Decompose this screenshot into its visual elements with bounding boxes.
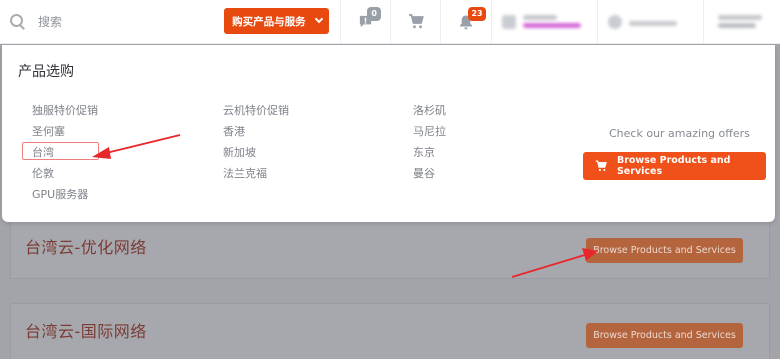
product-card-taiwan-international: 台湾云-国际网络 Browse Products and Services [10, 303, 770, 359]
blurred-language-info [628, 18, 677, 26]
product-link-gpu-servers[interactable]: GPU服务器 [32, 187, 98, 208]
notifications-button[interactable]: 23 [440, 0, 490, 43]
account-avatar [501, 14, 516, 29]
search-bar [0, 0, 218, 43]
product-link-hong-kong[interactable]: 香港 [223, 124, 289, 145]
cart-icon [595, 160, 607, 172]
card-title: 台湾云-国际网络 [25, 322, 147, 341]
blurred-account-info [522, 15, 581, 28]
offer-text: Check our amazing offers [609, 127, 750, 140]
product-link-singapore[interactable]: 新加坡 [223, 145, 289, 166]
blurred-user-info [718, 15, 763, 28]
browse-products-button[interactable]: Browse Products and Services [583, 152, 766, 180]
card-title: 台湾云-优化网络 [25, 238, 147, 257]
top-header: 购买产品与服务 0 23 [0, 0, 780, 44]
product-link-frankfurt[interactable]: 法兰克福 [223, 166, 289, 187]
messages-badge: 0 [367, 7, 382, 21]
globe-icon [607, 14, 622, 29]
browse-products-button[interactable]: Browse Products and Services [586, 238, 743, 263]
browse-products-button[interactable]: Browse Products and Services [586, 323, 743, 348]
products-dropdown-panel: 产品选购 独服特价促销 圣何塞 台湾 伦敦 GPU服务器 云机特价促销 香港 新… [2, 45, 775, 222]
product-link-manila[interactable]: 马尼拉 [413, 124, 446, 145]
product-link-tokyo[interactable]: 东京 [413, 145, 446, 166]
buy-products-button[interactable]: 购买产品与服务 [224, 8, 330, 34]
user-menu[interactable] [703, 0, 780, 43]
cart-icon [408, 14, 424, 29]
product-link-london[interactable]: 伦敦 [32, 166, 98, 187]
search-icon [10, 13, 26, 30]
product-link-bangkok[interactable]: 曼谷 [413, 166, 446, 187]
annotation-highlight-box [22, 142, 99, 160]
product-link-los-angeles[interactable]: 洛杉矶 [413, 103, 446, 124]
browse-products-label: Browse Products and Services [616, 155, 731, 177]
buy-products-label: 购买产品与服务 [232, 15, 306, 28]
account-balance-menu[interactable] [490, 0, 597, 43]
product-column-2: 云机特价促销 香港 新加坡 法兰克福 [223, 103, 289, 187]
messages-button[interactable]: 0 [340, 0, 390, 43]
chevron-down-icon [314, 14, 323, 24]
cart-button[interactable] [390, 0, 440, 43]
product-link-dedicated-promo[interactable]: 独服特价促销 [32, 103, 98, 124]
product-link-cloud-promo[interactable]: 云机特价促销 [223, 103, 289, 124]
search-input[interactable] [38, 14, 198, 29]
notifications-badge: 23 [468, 7, 486, 21]
product-column-3: 洛杉矶 马尼拉 东京 曼谷 [413, 103, 446, 187]
language-menu[interactable] [596, 0, 703, 43]
dropdown-title: 产品选购 [18, 64, 74, 80]
